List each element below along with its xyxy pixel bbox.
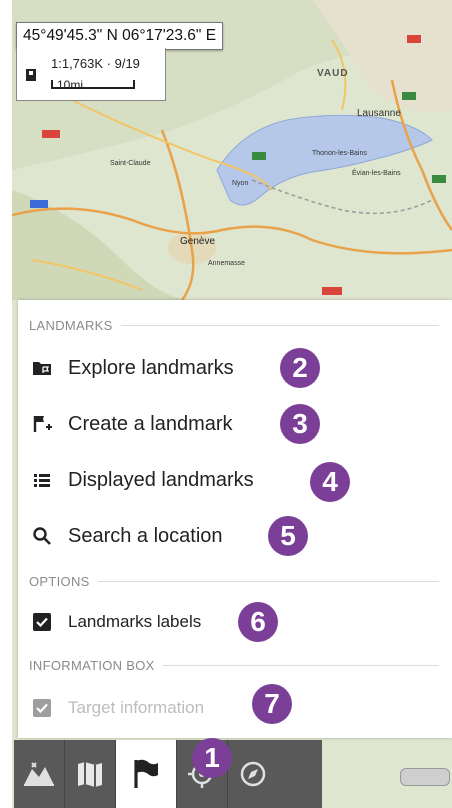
flag-plus-icon: [33, 416, 52, 432]
flag-icon: [134, 759, 158, 788]
map-place-label: Thonon-les-Bains: [312, 150, 367, 157]
map-book-icon[interactable]: [25, 68, 37, 82]
menu-item-label: Create a landmark: [68, 412, 233, 435]
map-icon: [78, 762, 102, 787]
menu-item-label: Explore landmarks: [68, 356, 234, 379]
map-place-label: Lausanne: [357, 108, 401, 119]
checkbox-label: Landmarks labels: [68, 612, 202, 631]
tab-map[interactable]: [64, 740, 115, 808]
step-badge: 4: [310, 462, 350, 502]
checkbox-landmarks-labels[interactable]: Landmarks labels: [18, 598, 452, 646]
compass-icon: [240, 761, 266, 787]
tab-landmarks[interactable]: [115, 740, 176, 808]
map-place-label: VAUD: [317, 68, 349, 79]
divider: [97, 581, 439, 582]
folder-flag-icon: [33, 362, 51, 375]
checkbox-checked-icon[interactable]: [32, 698, 52, 718]
search-icon: [33, 527, 51, 545]
map-place-label: Nyon: [232, 180, 249, 187]
tab-layers[interactable]: [14, 740, 64, 808]
map-place-label: Évian-les-Bains: [352, 170, 401, 177]
menu-item-label: Displayed landmarks: [68, 468, 254, 491]
coordinates-text: 45°49'45.3" N 06°17'23.6" E: [23, 27, 217, 44]
section-header-information-box: INFORMATION BOX: [29, 658, 439, 673]
scale-unit: 10mi: [57, 78, 84, 92]
section-header-label: LANDMARKS: [29, 318, 113, 333]
section-header-landmarks: LANDMARKS: [29, 318, 439, 333]
coordinates-readout[interactable]: 45°49'45.3" N 06°17'23.6" E: [16, 22, 224, 50]
divider: [162, 665, 439, 666]
scale-text: 1:1,763K · 9/19: [51, 56, 140, 71]
menu-item-explore-landmarks[interactable]: Explore landmarks: [18, 344, 452, 392]
list-icon: [34, 474, 50, 487]
step-badge: 1: [192, 738, 232, 778]
section-header-options: OPTIONS: [29, 574, 439, 589]
landmarks-menu: LANDMARKS Explore landmarks 2 Create a l…: [18, 300, 452, 738]
step-badge: 3: [280, 404, 320, 444]
scale-panel: 1:1,763K · 9/19 10mi: [16, 48, 166, 101]
checkbox-label: Target information: [68, 698, 205, 717]
step-badge: 5: [268, 516, 308, 556]
map-place-label: Annemasse: [208, 260, 245, 267]
bottom-toolbar: [14, 740, 322, 808]
menu-item-create-landmark[interactable]: Create a landmark: [18, 400, 452, 448]
section-header-label: OPTIONS: [29, 574, 90, 589]
step-badge: 6: [238, 602, 278, 642]
checkbox-target-information[interactable]: Target information: [18, 684, 452, 732]
step-badge: 2: [280, 348, 320, 388]
menu-item-label: Search a location: [68, 524, 223, 547]
checkbox-checked-icon[interactable]: [32, 612, 52, 632]
layers-icon: [24, 762, 54, 786]
divider: [120, 325, 439, 326]
map-place-label: Genève: [180, 236, 216, 247]
tab-compass[interactable]: [227, 740, 278, 808]
menu-item-search-location[interactable]: Search a location: [18, 512, 452, 560]
step-badge: 7: [252, 684, 292, 724]
zoom-control[interactable]: [400, 768, 450, 786]
menu-item-displayed-landmarks[interactable]: Displayed landmarks: [18, 456, 452, 504]
section-header-label: INFORMATION BOX: [29, 658, 155, 673]
map-place-label: Saint-Claude: [110, 160, 151, 167]
